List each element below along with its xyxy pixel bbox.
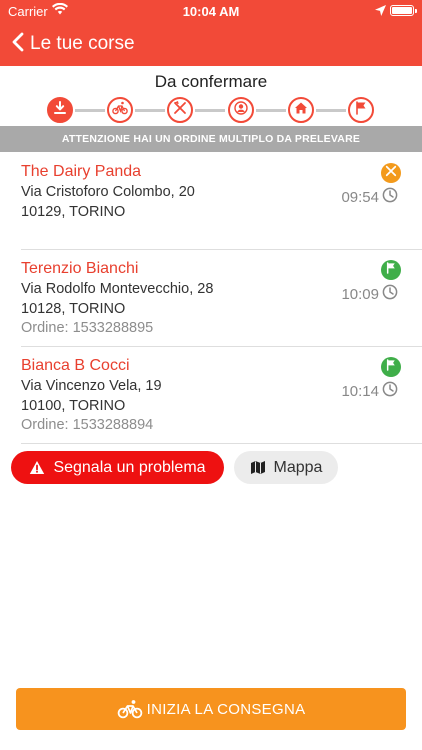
status-time: 10:04 AM: [182, 4, 240, 19]
clock-icon: [382, 381, 398, 401]
flag-icon: [355, 100, 367, 120]
delivery-badge: [381, 260, 401, 280]
step-connector: [316, 109, 346, 112]
delivery-stepper: [47, 97, 375, 123]
bicycle-icon: [117, 699, 143, 719]
status-bar: Carrier 10:04 AM: [0, 0, 422, 22]
start-delivery-label: INIZIA LA CONSEGNA: [146, 700, 306, 718]
row-divider: [21, 249, 422, 250]
order-street: Via Rodolfo Montevecchio, 28: [21, 281, 214, 297]
map-button[interactable]: Mappa: [234, 451, 338, 484]
report-problem-label: Segnala un problema: [53, 458, 206, 476]
home-icon: [294, 101, 308, 120]
order-customer-name: The Dairy Panda: [21, 163, 142, 180]
step-connector: [75, 109, 105, 112]
order-street: Via Vincenzo Vela, 19: [21, 378, 162, 394]
restaurant-badge: [381, 163, 401, 183]
delivery-badge: [381, 357, 401, 377]
back-label: Le tue corse: [30, 33, 135, 54]
flag-icon: [386, 261, 396, 279]
step-pickup: [47, 97, 73, 123]
step-customer: [228, 97, 254, 123]
step-connector: [256, 109, 286, 112]
order-customer-name: Terenzio Bianchi: [21, 260, 139, 277]
row-divider: [21, 346, 422, 347]
report-problem-button[interactable]: Segnala un problema: [11, 451, 224, 484]
order-time: 10:14: [341, 381, 401, 401]
step-connector: [195, 109, 225, 112]
back-button[interactable]: Le tue corse: [12, 32, 135, 56]
order-time: 10:09: [341, 284, 401, 304]
clock-icon: [382, 284, 398, 304]
order-city: 10100, TORINO: [21, 398, 126, 414]
order-number: Ordine: 1533288895: [21, 320, 154, 336]
fork-knife-icon: [385, 164, 397, 182]
order-time: 09:54: [341, 187, 401, 207]
order-customer-name: Bianca B Cocci: [21, 357, 130, 374]
map-label: Mappa: [273, 458, 323, 476]
step-connector: [135, 109, 165, 112]
warning-icon: [29, 460, 45, 475]
order-status-title: Da confermare: [154, 72, 268, 91]
order-number: Ordine: 1533288894: [21, 417, 154, 433]
order-city: 10129, TORINO: [21, 204, 126, 220]
order-street: Via Cristoforo Colombo, 20: [21, 184, 195, 200]
start-delivery-button[interactable]: INIZIA LA CONSEGNA: [16, 688, 406, 730]
step-done: [348, 97, 374, 123]
order-city: 10128, TORINO: [21, 301, 126, 317]
step-restaurant: [167, 97, 193, 123]
clock-icon: [382, 187, 398, 207]
order-time-value: 09:54: [341, 188, 379, 206]
battery-icon: [390, 5, 417, 16]
map-icon: [250, 460, 266, 475]
order-time-value: 10:14: [341, 382, 379, 400]
person-icon: [234, 100, 248, 120]
download-icon: [53, 100, 67, 120]
order-time-value: 10:09: [341, 285, 379, 303]
location-arrow-icon: [375, 4, 386, 19]
bicycle-icon: [112, 101, 128, 120]
chevron-left-icon: [12, 32, 24, 57]
flag-icon: [386, 358, 396, 376]
multiple-order-notice: ATTENZIONE HAI UN ORDINE MULTIPLO DA PRE…: [0, 126, 422, 152]
row-divider: [21, 443, 422, 444]
step-ride: [107, 97, 133, 123]
step-home: [288, 97, 314, 123]
app-header: Carrier 10:04 AM Le tue corse: [0, 0, 422, 66]
fork-knife-icon: [173, 100, 187, 120]
